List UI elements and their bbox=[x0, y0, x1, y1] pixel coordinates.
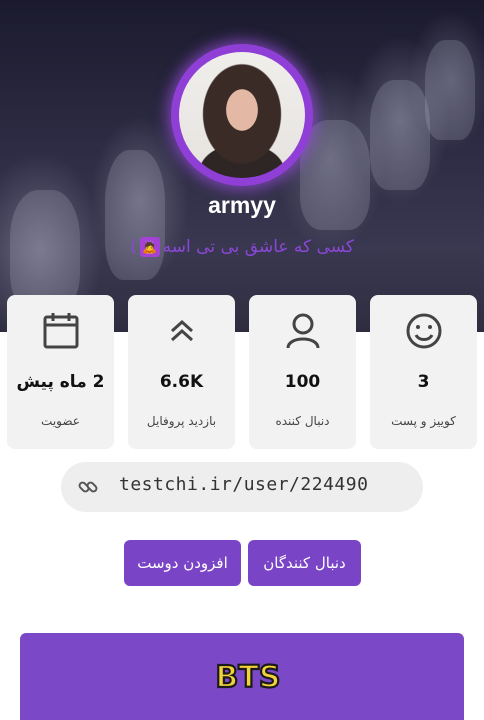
link-icon bbox=[77, 476, 99, 498]
stats-row: 2 ماه پیش عضویت 6.6K بازدید پروفایل 100 … bbox=[7, 295, 477, 449]
cover-figure bbox=[370, 80, 430, 190]
add-friend-button[interactable]: افزودن دوست bbox=[124, 540, 241, 586]
bio-suffix: ) bbox=[130, 237, 137, 257]
stat-card-membership: 2 ماه پیش عضویت bbox=[7, 295, 114, 449]
stat-card-quizzes[interactable]: 3 کوییز و پست bbox=[370, 295, 477, 449]
stat-label: دنبال کننده bbox=[275, 414, 330, 428]
chevrons-up-icon bbox=[128, 311, 235, 351]
username: armyy bbox=[208, 192, 276, 218]
user-icon bbox=[249, 311, 356, 351]
profile-link-text[interactable]: testchi.ir/user/224490 bbox=[119, 474, 368, 495]
profile-link[interactable]: testchi.ir/user/224490 bbox=[61, 462, 423, 512]
stat-value: 2 ماه پیش bbox=[16, 372, 105, 392]
bts-banner[interactable]: BTS bbox=[20, 633, 464, 720]
stat-card-followers[interactable]: 100 دنبال کننده bbox=[249, 295, 356, 449]
bio: کسی که عاشق بی تی اسه🙇) bbox=[0, 237, 484, 257]
avatar-ring[interactable] bbox=[171, 44, 313, 186]
stat-label: عضویت bbox=[41, 414, 80, 428]
bio-text: کسی که عاشق بی تی اسه bbox=[162, 237, 354, 257]
calendar-icon bbox=[7, 311, 114, 351]
bts-logo: BTS bbox=[206, 651, 290, 703]
avatar[interactable] bbox=[179, 52, 305, 178]
cover-figure bbox=[425, 40, 475, 140]
stat-value: 100 bbox=[284, 372, 321, 392]
stat-value: 3 bbox=[417, 372, 430, 392]
followers-button[interactable]: دنبال کنندگان bbox=[248, 540, 361, 586]
bts-logo-text: BTS bbox=[216, 660, 281, 695]
stat-card-profile-views: 6.6K بازدید پروفایل bbox=[128, 295, 235, 449]
stat-label: کوییز و پست bbox=[391, 414, 456, 428]
smiley-icon bbox=[370, 311, 477, 351]
bio-emoji: 🙇 bbox=[139, 237, 160, 257]
stat-label: بازدید پروفایل bbox=[146, 414, 217, 428]
stat-value: 6.6K bbox=[159, 372, 204, 392]
